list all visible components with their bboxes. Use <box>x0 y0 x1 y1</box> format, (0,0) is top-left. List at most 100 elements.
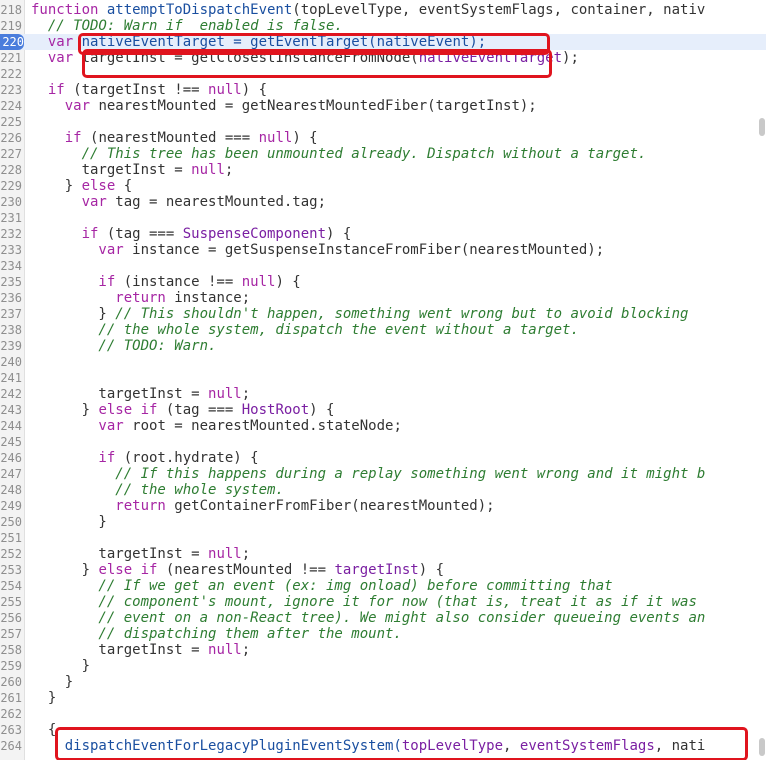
line-number[interactable]: 253 <box>0 562 22 578</box>
line-number[interactable]: 244 <box>0 418 22 434</box>
line-number[interactable]: 263 <box>0 722 22 738</box>
code-line-234[interactable]: 234 <box>0 258 766 274</box>
code-line-244[interactable]: 244 var root = nearestMounted.stateNode; <box>0 418 766 434</box>
code-line-250[interactable]: 250 } <box>0 514 766 530</box>
line-number[interactable]: 259 <box>0 658 22 674</box>
line-number[interactable]: 220 <box>0 34 24 50</box>
line-number[interactable]: 229 <box>0 178 22 194</box>
line-number[interactable]: 232 <box>0 226 22 242</box>
line-number[interactable]: 233 <box>0 242 22 258</box>
line-number[interactable]: 245 <box>0 434 22 450</box>
code-line-256[interactable]: 256 // event on a non-React tree). We mi… <box>0 610 766 626</box>
code-line-253[interactable]: 253 } else if (nearestMounted !== target… <box>0 562 766 578</box>
code-text: // component's mount, ignore it for now … <box>31 594 696 610</box>
line-number[interactable]: 236 <box>0 290 22 306</box>
code-line-245[interactable]: 245 <box>0 434 766 450</box>
line-number[interactable]: 260 <box>0 674 22 690</box>
line-number[interactable]: 264 <box>0 738 22 754</box>
vertical-scrollbar-thumb[interactable] <box>759 118 765 136</box>
line-number[interactable]: 219 <box>0 18 22 34</box>
line-number[interactable]: 256 <box>0 610 22 626</box>
line-number[interactable]: 250 <box>0 514 22 530</box>
code-token: ) { <box>275 274 301 290</box>
code-line-259[interactable]: 259 } <box>0 658 766 674</box>
code-line-263[interactable]: 263 { <box>0 722 766 738</box>
code-line-249[interactable]: 249 return getContainerFromFiber(nearest… <box>0 498 766 514</box>
line-number[interactable]: 234 <box>0 258 22 274</box>
line-number[interactable]: 221 <box>0 50 22 66</box>
line-number[interactable]: 226 <box>0 130 22 146</box>
line-number[interactable]: 247 <box>0 466 22 482</box>
code-line-218[interactable]: 218 function attemptToDispatchEvent(topLe… <box>0 2 766 18</box>
line-number[interactable]: 252 <box>0 546 22 562</box>
code-line-225[interactable]: 225 <box>0 114 766 130</box>
line-number[interactable]: 230 <box>0 194 22 210</box>
line-number[interactable]: 228 <box>0 162 22 178</box>
code-line-257[interactable]: 257 // dispatching them after the mount. <box>0 626 766 642</box>
code-line-238[interactable]: 238 // the whole system, dispatch the ev… <box>0 322 766 338</box>
code-line-236[interactable]: 236 return instance; <box>0 290 766 306</box>
line-number[interactable]: 258 <box>0 642 22 658</box>
line-number[interactable]: 238 <box>0 322 22 338</box>
line-number[interactable]: 242 <box>0 386 22 402</box>
code-line-241[interactable]: 241 <box>0 370 766 386</box>
line-number[interactable]: 223 <box>0 82 22 98</box>
code-line-246[interactable]: 246 if (root.hydrate) { <box>0 450 766 466</box>
code-line-251[interactable]: 251 <box>0 530 766 546</box>
line-number[interactable]: 231 <box>0 210 22 226</box>
code-line-228[interactable]: 228 targetInst = null; <box>0 162 766 178</box>
code-line-222[interactable]: 222 <box>0 66 766 82</box>
line-number[interactable]: 249 <box>0 498 22 514</box>
line-number[interactable]: 222 <box>0 66 22 82</box>
code-line-220[interactable]: 220 var nativeEventTarget = getEventTarg… <box>0 34 766 50</box>
code-line-239[interactable]: 239 // TODO: Warn. <box>0 338 766 354</box>
code-line-224[interactable]: 224 var nearestMounted = getNearestMount… <box>0 98 766 114</box>
vertical-scrollbar-thumb-bottom[interactable] <box>759 738 765 756</box>
code-line-260[interactable]: 260 } <box>0 674 766 690</box>
code-line-258[interactable]: 258 targetInst = null; <box>0 642 766 658</box>
code-line-252[interactable]: 252 targetInst = null; <box>0 546 766 562</box>
code-line-219[interactable]: 219 // TODO: Warn if enabled is false. <box>0 18 766 34</box>
line-number[interactable]: 241 <box>0 370 22 386</box>
code-line-223[interactable]: 223 if (targetInst !== null) { <box>0 82 766 98</box>
line-number[interactable]: 240 <box>0 354 22 370</box>
line-number[interactable]: 251 <box>0 530 22 546</box>
code-line-235[interactable]: 235 if (instance !== null) { <box>0 274 766 290</box>
code-line-247[interactable]: 247 // If this happens during a replay s… <box>0 466 766 482</box>
line-number[interactable]: 254 <box>0 578 22 594</box>
line-number[interactable]: 248 <box>0 482 22 498</box>
line-number[interactable]: 227 <box>0 146 22 162</box>
code-editor[interactable]: 218 function attemptToDispatchEvent(topLe… <box>0 0 766 760</box>
line-number[interactable]: 224 <box>0 98 22 114</box>
code-line-233[interactable]: 233 var instance = getSuspenseInstanceFr… <box>0 242 766 258</box>
line-number[interactable]: 261 <box>0 690 22 706</box>
line-number[interactable]: 239 <box>0 338 22 354</box>
line-number[interactable]: 255 <box>0 594 22 610</box>
code-line-237[interactable]: 237 } // This shouldn't happen, somethin… <box>0 306 766 322</box>
code-line-255[interactable]: 255 // component's mount, ignore it for … <box>0 594 766 610</box>
code-line-226[interactable]: 226 if (nearestMounted === null) { <box>0 130 766 146</box>
code-line-232[interactable]: 232 if (tag === SuspenseComponent) { <box>0 226 766 242</box>
line-number[interactable]: 218 <box>0 2 22 18</box>
line-number[interactable]: 225 <box>0 114 22 130</box>
code-line-264[interactable]: 264 dispatchEventForLegacyPluginEventSys… <box>0 738 766 754</box>
line-number[interactable]: 237 <box>0 306 22 322</box>
code-line-231[interactable]: 231 <box>0 210 766 226</box>
code-line-230[interactable]: 230 var tag = nearestMounted.tag; <box>0 194 766 210</box>
code-line-254[interactable]: 254 // If we get an event (ex: img onloa… <box>0 578 766 594</box>
line-number[interactable]: 235 <box>0 274 22 290</box>
line-number[interactable]: 246 <box>0 450 22 466</box>
code-line-248[interactable]: 248 // the whole system. <box>0 482 766 498</box>
code-line-261[interactable]: 261 } <box>0 690 766 706</box>
code-line-262[interactable]: 262 <box>0 706 766 722</box>
code-line-240[interactable]: 240 <box>0 354 766 370</box>
line-number[interactable]: 257 <box>0 626 22 642</box>
code-line-221[interactable]: 221 var targetInst = getClosestInstanceF… <box>0 50 766 66</box>
code-line-229[interactable]: 229 } else { <box>0 178 766 194</box>
code-line-227[interactable]: 227 // This tree has been unmounted alre… <box>0 146 766 162</box>
line-number[interactable]: 243 <box>0 402 22 418</box>
code-line-242[interactable]: 242 targetInst = null; <box>0 386 766 402</box>
code-token: null <box>241 274 276 290</box>
code-line-243[interactable]: 243 } else if (tag === HostRoot) { <box>0 402 766 418</box>
line-number[interactable]: 262 <box>0 706 22 722</box>
